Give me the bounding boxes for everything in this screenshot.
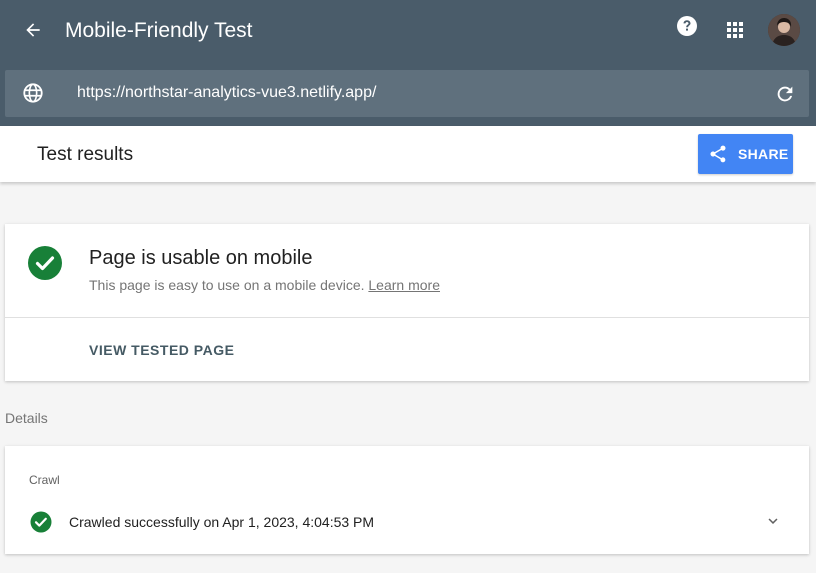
- arrow-back-icon: [26, 23, 40, 37]
- app-title: Mobile-Friendly Test: [65, 19, 253, 42]
- mobile-usability-card: Page is usable on mobile This page is ea…: [5, 224, 809, 381]
- help-icon: [677, 16, 697, 36]
- globe-icon-wrap: [22, 82, 44, 104]
- reload-button[interactable]: [773, 82, 797, 106]
- crawl-heading: Crawl: [29, 473, 60, 487]
- user-avatar[interactable]: [768, 14, 800, 46]
- avatar-image: [768, 14, 800, 46]
- app-header: Mobile-Friendly Test https://northstar-a…: [0, 0, 816, 126]
- tested-url[interactable]: https://northstar-analytics-vue3.netlify…: [77, 83, 376, 103]
- share-label: SHARE: [738, 146, 789, 162]
- expand-crawl-button[interactable]: [762, 510, 784, 532]
- url-bar: https://northstar-analytics-vue3.netlify…: [5, 70, 809, 117]
- share-button[interactable]: SHARE: [698, 134, 793, 174]
- crawl-card: Crawl Crawled successfully on Apr 1, 202…: [5, 446, 809, 554]
- crawl-success-icon: [30, 511, 52, 533]
- share-icon: [708, 144, 728, 164]
- apps-grid-icon: [727, 22, 743, 38]
- reload-icon: [777, 86, 793, 102]
- help-button[interactable]: [675, 14, 699, 38]
- usability-description: This page is easy to use on a mobile dev…: [89, 276, 440, 294]
- chevron-down-icon: [768, 518, 778, 524]
- results-bar: Test results SHARE: [0, 126, 816, 182]
- results-title: Test results: [37, 144, 134, 165]
- view-tested-page-button[interactable]: VIEW TESTED PAGE: [89, 341, 234, 359]
- back-button[interactable]: [20, 17, 46, 43]
- globe-icon: [23, 83, 43, 103]
- crawl-status: Crawled successfully on Apr 1, 2023, 4:0…: [69, 514, 375, 530]
- success-check-icon: [28, 246, 62, 280]
- usability-description-text: This page is easy to use on a mobile dev…: [89, 277, 365, 293]
- apps-button[interactable]: [723, 18, 747, 42]
- learn-more-link[interactable]: Learn more: [368, 277, 440, 293]
- usability-verdict: Page is usable on mobile: [89, 247, 313, 269]
- details-heading: Details: [5, 410, 48, 426]
- card-divider: [5, 317, 809, 318]
